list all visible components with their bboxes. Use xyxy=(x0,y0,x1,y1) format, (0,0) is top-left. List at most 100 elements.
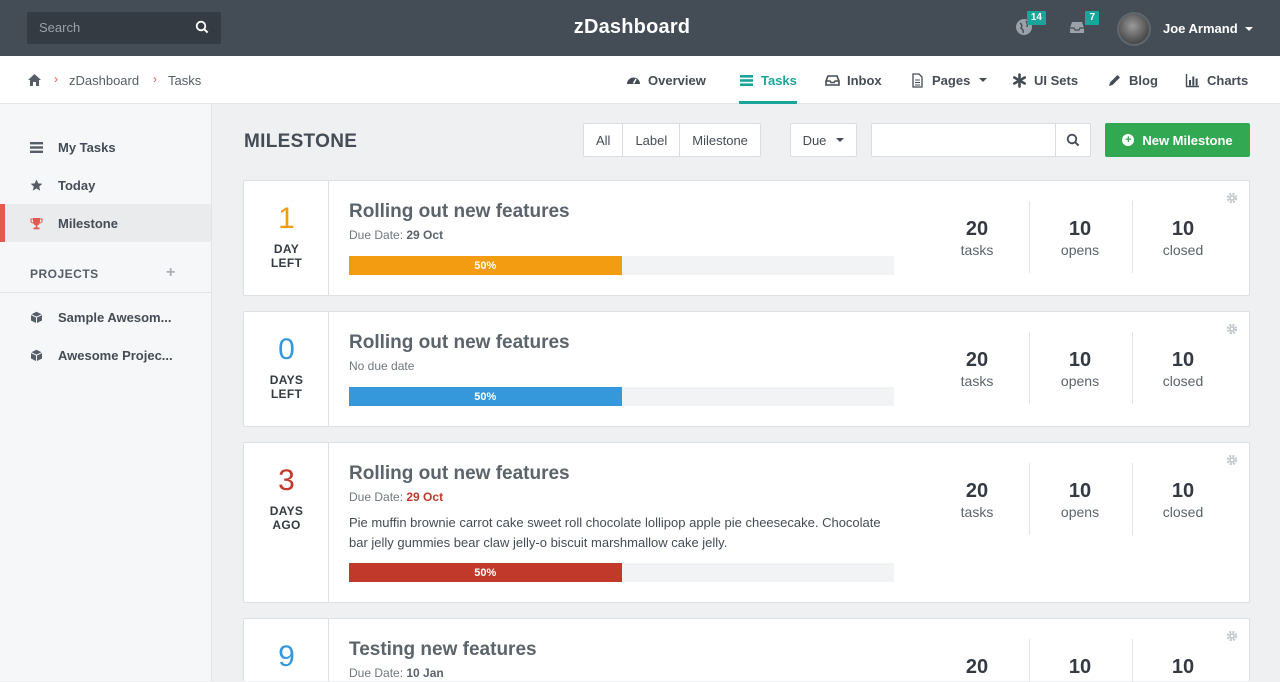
stat-opens-value: 10 xyxy=(1068,480,1092,502)
file-icon xyxy=(912,72,923,88)
cube-icon xyxy=(30,311,43,323)
due-dropdown-label: Due xyxy=(802,132,827,148)
milestone-search-input[interactable] xyxy=(872,124,1056,156)
sidebar-project-2[interactable]: Awesome Projec... xyxy=(0,336,211,374)
nav-overview[interactable]: Overview xyxy=(626,56,706,104)
progress-bar: 50% xyxy=(349,387,894,406)
nav-inbox[interactable]: Inbox xyxy=(825,56,882,104)
messages-button[interactable]: 7 xyxy=(1068,11,1099,38)
stat-opens: 10 opens xyxy=(1030,217,1130,259)
gear-icon[interactable] xyxy=(1226,323,1238,335)
new-milestone-label: New Milestone xyxy=(1142,132,1233,148)
stat-tasks: 20 tasks xyxy=(927,217,1027,259)
due-dropdown[interactable]: Due xyxy=(790,123,857,157)
countdown-unit-bottom: LEFT xyxy=(270,387,303,401)
inbox-icon xyxy=(825,74,840,86)
chevron-down-icon xyxy=(836,138,845,142)
sidebar-item-today[interactable]: Today xyxy=(0,166,211,204)
notifications-badge: 14 xyxy=(1026,11,1046,25)
stat-closed-value: 10 xyxy=(1171,656,1195,678)
nav-ui-sets-label: UI Sets xyxy=(1034,72,1079,88)
stat-tasks: 20 tasks xyxy=(927,348,1027,390)
nav-tasks[interactable]: Tasks xyxy=(739,56,797,104)
filter-milestone-button[interactable]: Milestone xyxy=(680,124,760,156)
nav-charts[interactable]: Charts xyxy=(1185,56,1248,104)
bar-chart-icon xyxy=(1185,73,1199,87)
stat-opens-value: 10 xyxy=(1068,656,1092,678)
nav-charts-label: Charts xyxy=(1207,72,1249,88)
stat-opens: 10 xyxy=(1030,655,1130,679)
milestone-search-button[interactable] xyxy=(1055,124,1090,156)
user-name[interactable]: Joe Armand xyxy=(1163,21,1238,36)
trophy-icon xyxy=(30,217,43,229)
milestone-title[interactable]: Rolling out new features xyxy=(349,463,570,485)
milestone-title[interactable]: Testing new features xyxy=(349,639,537,661)
sidebar-item-label: Today xyxy=(58,177,96,193)
stat-tasks-value: 20 xyxy=(965,480,989,502)
breadcrumb-tasks[interactable]: Tasks xyxy=(168,73,201,88)
due-value: 29 Oct xyxy=(406,228,444,242)
breadcrumb-separator-icon: › xyxy=(153,72,157,86)
milestone-countdown: 3 DAYS AGO xyxy=(244,443,329,602)
filter-label-button[interactable]: Label xyxy=(623,124,681,156)
stat-tasks-value: 20 xyxy=(965,218,989,240)
nav-overview-label: Overview xyxy=(648,72,706,88)
milestone-title[interactable]: Rolling out new features xyxy=(349,332,570,354)
tasks-icon xyxy=(740,74,753,86)
milestone-search xyxy=(871,123,1091,157)
asterisk-icon xyxy=(1012,72,1026,88)
gear-icon[interactable] xyxy=(1226,630,1238,642)
milestone-due: Due Date: 29 Oct xyxy=(349,228,443,242)
nav-inbox-label: Inbox xyxy=(847,72,882,88)
notifications-button[interactable]: 14 xyxy=(1015,11,1046,38)
due-prefix: Due Date: xyxy=(349,666,404,680)
stat-closed-value: 10 xyxy=(1171,218,1195,240)
sidebar-item-milestone[interactable]: Milestone xyxy=(0,204,211,242)
page-title: MILESTONE xyxy=(244,131,358,152)
dashboard-icon xyxy=(627,77,640,84)
home-icon[interactable] xyxy=(27,73,42,87)
nav-blog[interactable]: Blog xyxy=(1107,56,1158,104)
stat-closed-label: closed xyxy=(1162,504,1204,520)
nav-tasks-label: Tasks xyxy=(761,72,797,88)
sidebar-project-1[interactable]: Sample Awesom... xyxy=(0,298,211,336)
avatar[interactable] xyxy=(1117,12,1151,46)
breadcrumb-zdashboard[interactable]: zDashboard xyxy=(69,73,139,88)
new-milestone-button[interactable]: + New Milestone xyxy=(1105,123,1250,157)
tasks-icon xyxy=(30,141,43,153)
stat-opens: 10 opens xyxy=(1030,479,1130,521)
milestone-card: 3 DAYS AGO Rolling out new features Due D… xyxy=(243,442,1250,603)
projects-heading: PROJECTS xyxy=(30,267,99,281)
progress-label: 50% xyxy=(474,566,497,579)
milestone-due: Due Date: 29 Oct xyxy=(349,490,443,504)
due-prefix: Due Date: xyxy=(349,490,404,504)
chevron-down-icon xyxy=(979,78,988,82)
gear-icon[interactable] xyxy=(1226,192,1238,204)
progress-label: 50% xyxy=(474,390,497,403)
milestone-countdown: 9 xyxy=(244,619,329,681)
milestone-title[interactable]: Rolling out new features xyxy=(349,201,570,223)
add-project-icon[interactable]: + xyxy=(166,264,175,282)
user-menu-caret-icon[interactable] xyxy=(1245,27,1253,31)
stat-closed: 10 closed xyxy=(1133,479,1233,521)
star-icon xyxy=(30,179,43,191)
nav-pages[interactable]: Pages xyxy=(910,56,988,104)
milestone-description: Pie muffin brownie carrot cake sweet rol… xyxy=(349,515,881,550)
filter-all-button[interactable]: All xyxy=(584,124,624,156)
sidebar-item-label: Milestone xyxy=(58,215,118,231)
milestone-card: 9 Testing new features Due Date: 10 Jan … xyxy=(243,618,1250,682)
sidebar-divider xyxy=(0,292,211,293)
sidebar: My Tasks Today Milestone PROJECTS + Samp… xyxy=(0,104,212,681)
due-value: 10 Jan xyxy=(406,666,444,680)
stat-closed: 10 closed xyxy=(1133,348,1233,390)
progress-fill: 50% xyxy=(349,387,622,406)
sidebar-item-label: My Tasks xyxy=(58,139,116,155)
gear-icon[interactable] xyxy=(1226,454,1238,466)
sidebar-item-my-tasks[interactable]: My Tasks xyxy=(0,128,211,166)
nav-ui-sets[interactable]: UI Sets xyxy=(1012,56,1078,104)
due-prefix: Due Date: xyxy=(349,228,404,242)
countdown-unit-top: DAY xyxy=(273,242,300,256)
stat-closed-value: 10 xyxy=(1171,349,1195,371)
countdown-number: 9 xyxy=(278,640,295,673)
sidebar-item-label: Sample Awesom... xyxy=(58,309,172,325)
